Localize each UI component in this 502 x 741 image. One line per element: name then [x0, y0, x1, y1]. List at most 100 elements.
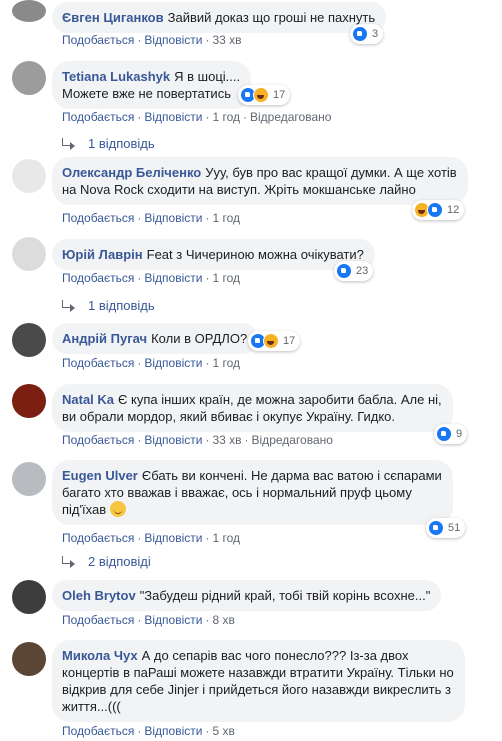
comment-actions: Подобається · Відповісти · 5 хв	[62, 724, 235, 738]
comment-actions: Подобається · Відповісти · 1 год	[62, 211, 240, 225]
reply-button[interactable]: Відповісти	[144, 211, 202, 225]
comment-bubble: Tetiana Lukashyk Я в шоці.... Можете вже …	[52, 61, 252, 109]
comment-bubble: Микола Чух А до сепарів вас чого понесло?…	[52, 640, 465, 722]
reply-button[interactable]: Відповісти	[144, 433, 202, 447]
timestamp[interactable]: 5 хв	[212, 724, 234, 738]
timestamp[interactable]: 33 хв	[212, 33, 241, 47]
comment-text: багато хто вважав і вважає, ось і нормал…	[62, 485, 412, 500]
comment-text: концертів в паРаші можете назавжди втрат…	[62, 665, 454, 680]
like-icon	[428, 520, 444, 536]
like-button[interactable]: Подобається	[62, 724, 134, 738]
comment-actions: Подобається · Відповісти · 33 хв · Відредагова…	[62, 433, 333, 447]
reply-button[interactable]: Відповісти	[144, 613, 202, 627]
like-button[interactable]: Подобається	[62, 613, 134, 627]
reply-arrow-icon	[62, 299, 76, 312]
avatar[interactable]	[12, 384, 46, 418]
comment-bubble: Oleh Brytov "Забудеш рідний край, тобі тв…	[52, 580, 442, 611]
like-button[interactable]: Подобається	[62, 33, 134, 47]
haha-icon	[263, 333, 279, 349]
timestamp[interactable]: 1 год	[212, 110, 240, 124]
like-icon	[336, 263, 352, 279]
reaction-summary[interactable]: 17	[238, 85, 291, 105]
avatar[interactable]	[12, 0, 46, 22]
reaction-summary[interactable]: 9	[434, 424, 468, 444]
edited-label[interactable]: Відредаговано	[252, 433, 333, 447]
comment-text: на Nova Rock сходити на виступ. Жріть мо…	[62, 182, 416, 197]
reaction-count: 9	[456, 428, 463, 440]
reply-button[interactable]: Відповісти	[144, 356, 202, 370]
comment-bubble: Eugen Ulver Єбать ви кончені. Не дарма ва…	[52, 460, 453, 525]
comment-author[interactable]: Eugen Ulver	[62, 468, 138, 483]
reaction-summary[interactable]: 23	[334, 261, 374, 281]
comment-text: Коли в ОРДЛО?	[151, 331, 248, 346]
comment-bubble: Олександр Беліченко Ууу, був про вас кращ…	[52, 157, 468, 205]
reply-button[interactable]: Відповісти	[144, 531, 202, 545]
like-button[interactable]: Подобається	[62, 531, 134, 545]
reply-button[interactable]: Відповісти	[144, 110, 202, 124]
comment-author[interactable]: Natal Ka	[62, 392, 114, 407]
comment-actions: Подобається · Відповісти · 33 хв	[62, 33, 242, 47]
comment-text: Я в шоці....	[174, 69, 241, 84]
comment-actions: Подобається · Відповісти · 1 год	[62, 531, 240, 545]
reaction-count: 12	[447, 204, 460, 216]
comment-text: ви обрали мордор, який вбиває і окупує У…	[62, 409, 396, 424]
reaction-summary[interactable]: 3	[350, 24, 384, 44]
comment-author[interactable]: Олександр Беліченко	[62, 165, 201, 180]
view-replies-link[interactable]: 1 відповідь	[62, 298, 155, 313]
like-button[interactable]: Подобається	[62, 433, 134, 447]
reply-button[interactable]: Відповісти	[144, 724, 202, 738]
timestamp[interactable]: 1 год	[212, 531, 240, 545]
reply-button[interactable]: Відповісти	[144, 271, 202, 285]
like-button[interactable]: Подобається	[62, 356, 134, 370]
like-button[interactable]: Подобається	[62, 110, 134, 124]
comment-text: відкрив для себе Jinjer і прийдеться йог…	[62, 682, 451, 697]
comment-author[interactable]: Микола Чух	[62, 648, 138, 663]
comment-text: Можете вже не повертатись	[62, 86, 231, 101]
avatar[interactable]	[12, 61, 46, 95]
timestamp[interactable]: 1 год	[212, 211, 240, 225]
view-replies-link[interactable]: 2 відповіді	[62, 554, 151, 569]
view-replies-link[interactable]: 1 відповідь	[62, 136, 155, 151]
comment-bubble: Natal Ka Є купа інших країн, де можна зар…	[52, 384, 453, 432]
comment-bubble: Юрій Лаврін Feat з Чичериною можна очікув…	[52, 239, 375, 270]
avatar[interactable]	[12, 159, 46, 193]
timestamp[interactable]: 8 хв	[212, 613, 234, 627]
comment-text: Зайвий доказ що гроші не пахнуть	[167, 10, 376, 25]
reply-arrow-icon	[62, 137, 76, 150]
smile-emoji-icon	[109, 501, 126, 517]
comment-author[interactable]: Tetiana Lukashyk	[62, 69, 170, 84]
edited-label[interactable]: Відредаговано	[250, 110, 331, 124]
reply-button[interactable]: Відповісти	[144, 33, 202, 47]
comment-author[interactable]: Юрій Лаврін	[62, 247, 143, 262]
comment-text: Ууу, був про вас кращої думки. А ще хоті…	[205, 165, 457, 180]
reaction-count: 17	[283, 335, 296, 347]
comment-text: життя...(((	[62, 699, 121, 714]
avatar[interactable]	[12, 462, 46, 496]
like-button[interactable]: Подобається	[62, 211, 134, 225]
reaction-count: 23	[356, 265, 369, 277]
timestamp[interactable]: 1 год	[212, 356, 240, 370]
timestamp[interactable]: 1 год	[212, 271, 240, 285]
comment-actions: Подобається · Відповісти · 1 год · Відредагова…	[62, 110, 332, 124]
comment-text: під'їхав	[62, 502, 107, 517]
reaction-count: 51	[448, 522, 461, 534]
avatar[interactable]	[12, 237, 46, 271]
like-button[interactable]: Подобається	[62, 271, 134, 285]
comment-author[interactable]: Андрій Пугач	[62, 331, 147, 346]
reaction-summary[interactable]: 12	[412, 200, 465, 220]
comment-bubble: Андрій Пугач Коли в ОРДЛО?	[52, 323, 259, 354]
avatar[interactable]	[12, 580, 46, 614]
reaction-count: 3	[372, 28, 379, 40]
reaction-summary[interactable]: 51	[426, 518, 466, 538]
avatar[interactable]	[12, 323, 46, 357]
haha-icon	[253, 87, 269, 103]
like-icon	[436, 426, 452, 442]
avatar[interactable]	[12, 642, 46, 676]
reaction-summary[interactable]: 17	[248, 331, 301, 351]
like-icon	[427, 202, 443, 218]
comment-text: А до сепарів вас чого понесло??? Із-за д…	[141, 648, 409, 663]
comment-author[interactable]: Євген Циганков	[62, 10, 164, 25]
comment-author[interactable]: Oleh Brytov	[62, 588, 136, 603]
comment-actions: Подобається · Відповісти · 1 год	[62, 271, 240, 285]
timestamp[interactable]: 33 хв	[212, 433, 241, 447]
